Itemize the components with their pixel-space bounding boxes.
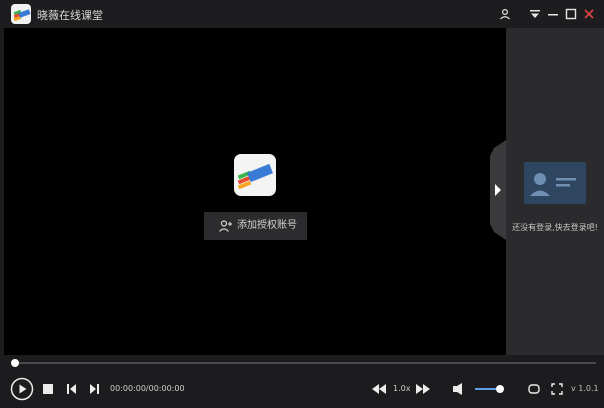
- window-title: 晓薇在线课堂: [37, 9, 103, 22]
- volume-slider[interactable]: [475, 385, 505, 393]
- stop-icon[interactable]: [43, 384, 53, 394]
- volume-handle[interactable]: [496, 385, 505, 393]
- course-logo-icon: [234, 154, 276, 196]
- video-area[interactable]: 添加授权账号: [4, 28, 506, 355]
- loop-icon[interactable]: [528, 383, 540, 395]
- user-icon[interactable]: [496, 5, 514, 23]
- fullscreen-icon[interactable]: [551, 383, 563, 395]
- control-bar: 00:00:00/00:00:00 1.0x v 1.0.1: [0, 355, 604, 408]
- add-authorized-account-label: 添加授权账号: [237, 220, 297, 231]
- add-authorized-account-button[interactable]: 添加授权账号: [204, 212, 307, 240]
- progress-bar[interactable]: [14, 362, 596, 364]
- login-prompt[interactable]: 还没有登录,快去登录吧!: [506, 222, 604, 233]
- version-label: v 1.0.1: [571, 384, 599, 393]
- time-display: 00:00:00/00:00:00: [110, 384, 185, 393]
- title-bar: 晓薇在线课堂: [0, 0, 604, 28]
- side-panel: 还没有登录,快去登录吧!: [506, 28, 604, 355]
- app-logo-icon: [11, 4, 31, 24]
- close-icon[interactable]: [580, 5, 598, 23]
- play-icon[interactable]: [10, 377, 34, 401]
- add-user-icon: [219, 220, 232, 232]
- fast-forward-icon[interactable]: [416, 384, 430, 394]
- volume-icon[interactable]: [453, 383, 465, 395]
- rewind-icon[interactable]: [372, 384, 386, 394]
- minimize-icon[interactable]: [544, 5, 562, 23]
- player-window: 晓薇在线课堂 添加授权账号 还没有登录,快去登录吧! 00:00:00/00:0…: [0, 0, 604, 408]
- side-panel-toggle[interactable]: [490, 140, 506, 240]
- playback-speed[interactable]: 1.0x: [393, 384, 410, 393]
- next-icon[interactable]: [89, 384, 99, 394]
- menu-down-icon[interactable]: [526, 5, 544, 23]
- maximize-icon[interactable]: [562, 5, 580, 23]
- previous-icon[interactable]: [67, 384, 77, 394]
- login-card-icon[interactable]: [524, 162, 586, 204]
- progress-handle[interactable]: [11, 359, 19, 367]
